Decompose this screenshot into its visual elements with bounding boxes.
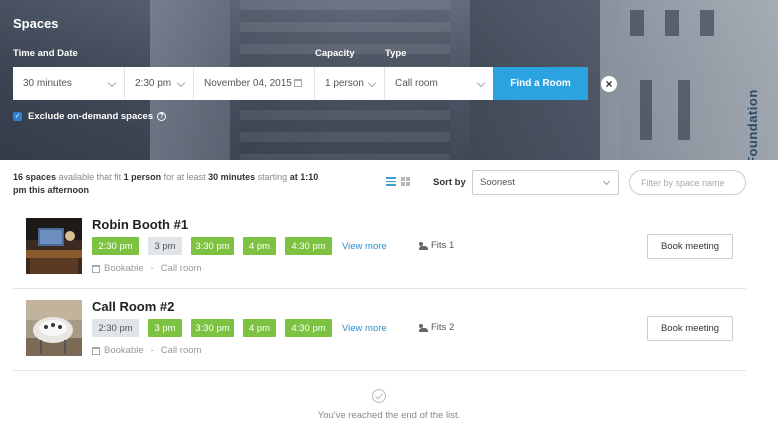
calendar-icon: [92, 346, 100, 355]
list-item: Robin Booth #1 2:30 pm 3 pm 3:30 pm 4 pm…: [13, 207, 746, 289]
type-value: Call room: [395, 78, 438, 89]
room-name: Call Room #2: [92, 299, 175, 314]
time-date-label: Time and Date: [13, 48, 78, 59]
people-icon: [419, 323, 428, 332]
chevron-down-icon: [107, 78, 117, 88]
time-slot[interactable]: 3:30 pm: [191, 319, 234, 337]
help-icon[interactable]: ?: [157, 112, 167, 121]
time-slot-unavailable: 2:30 pm: [92, 319, 139, 337]
time-slot[interactable]: 4 pm: [243, 237, 276, 255]
background-sign-text: Foundation: [745, 89, 760, 160]
page-title: Spaces: [13, 16, 59, 31]
bookable-label: Bookable: [104, 345, 144, 356]
time-select[interactable]: 2:30 pm: [125, 67, 194, 100]
list-item: Call Room #2 2:30 pm 3 pm 3:30 pm 4 pm 4…: [13, 289, 746, 371]
calendar-icon: [294, 79, 302, 87]
list-view-icon[interactable]: [386, 177, 396, 186]
view-more-link[interactable]: View more: [342, 241, 387, 252]
room-type-label: Call room: [160, 345, 202, 356]
room-photo: [26, 218, 82, 274]
exclude-on-demand-checkbox[interactable]: ✓ Exclude on-demand spaces ?: [13, 111, 167, 122]
checkmark-circle-icon: [372, 389, 386, 403]
close-icon[interactable]: ×: [601, 76, 617, 92]
sort-value: Soonest: [480, 177, 515, 188]
view-more-link[interactable]: View more: [342, 323, 387, 334]
bookable-label: Bookable: [104, 263, 144, 274]
end-of-list-message: You've reached the end of the list.: [317, 410, 461, 421]
checkbox-checked-icon[interactable]: ✓: [13, 112, 22, 121]
capacity-select[interactable]: 1 person: [315, 67, 385, 100]
time-value: 2:30 pm: [135, 78, 172, 89]
type-select[interactable]: Call room: [385, 67, 493, 100]
filter-input[interactable]: [629, 170, 746, 195]
time-slot[interactable]: 3 pm: [148, 319, 182, 337]
room-meta: Bookable - Call room: [92, 263, 201, 274]
date-field[interactable]: November 04, 2015: [194, 67, 315, 100]
chevron-down-icon: [476, 78, 486, 88]
room-name: Robin Booth #1: [92, 217, 189, 232]
room-meta: Bookable - Call room: [92, 345, 201, 356]
capacity-label: Capacity: [315, 48, 355, 59]
fits-label: Fits 1: [431, 240, 455, 251]
capacity-info: Fits 2: [419, 322, 454, 333]
grid-view-icon[interactable]: [401, 177, 410, 186]
date-value: November 04, 2015: [204, 78, 292, 89]
duration-value: 30 minutes: [23, 78, 72, 89]
find-room-button[interactable]: Find a Room: [493, 67, 588, 100]
chevron-down-icon: [367, 78, 377, 88]
room-photo: [26, 300, 82, 356]
duration-select[interactable]: 30 minutes: [13, 67, 125, 100]
room-type-label: Call room: [160, 263, 202, 274]
calendar-icon: [92, 264, 100, 273]
time-slot-unavailable: 3 pm: [148, 237, 182, 255]
exclude-label: Exclude on-demand spaces: [28, 111, 154, 122]
book-meeting-button[interactable]: Book meeting: [647, 234, 733, 259]
chevron-down-icon: [176, 78, 186, 88]
time-slot[interactable]: 2:30 pm: [92, 237, 139, 255]
sort-label: Sort by: [433, 177, 466, 188]
time-slot[interactable]: 4:30 pm: [285, 237, 332, 255]
time-slot[interactable]: 4:30 pm: [285, 319, 332, 337]
type-label: Type: [385, 48, 407, 59]
sort-select[interactable]: Soonest: [472, 170, 619, 195]
people-icon: [419, 241, 428, 250]
results-summary: 16 spaces available that fit 1 person fo…: [13, 172, 319, 195]
time-slot[interactable]: 3:30 pm: [191, 237, 234, 255]
fits-label: Fits 2: [431, 322, 455, 333]
capacity-value: 1 person: [325, 78, 364, 89]
book-meeting-button[interactable]: Book meeting: [647, 316, 733, 341]
chevron-down-icon: [602, 177, 611, 186]
capacity-info: Fits 1: [419, 240, 454, 251]
time-slot[interactable]: 4 pm: [243, 319, 276, 337]
